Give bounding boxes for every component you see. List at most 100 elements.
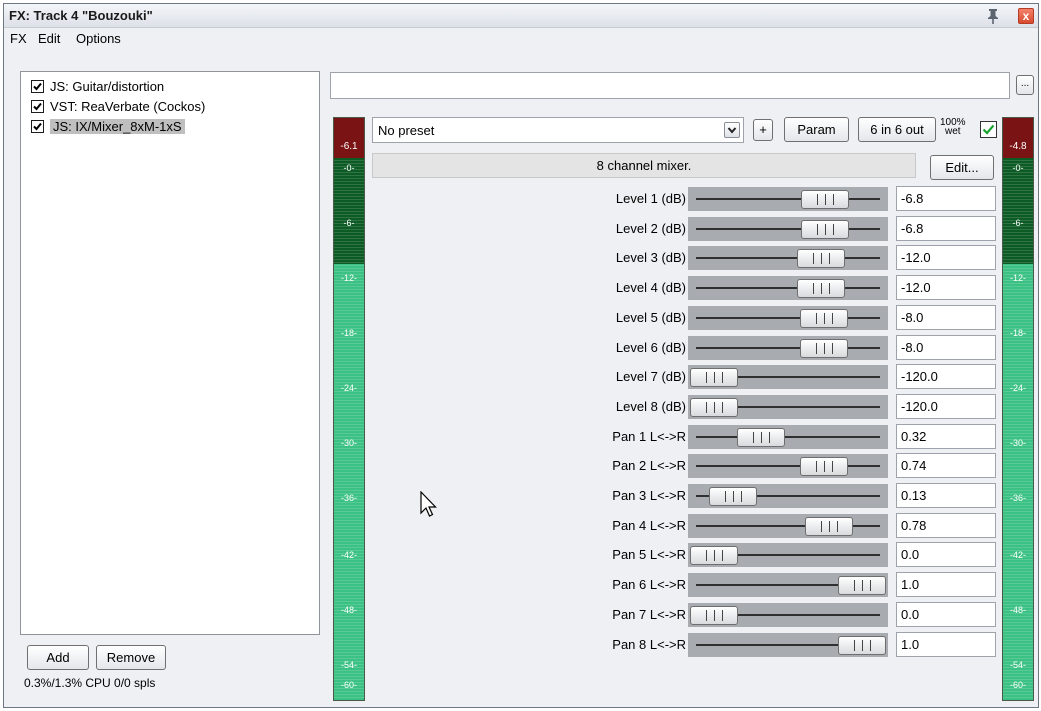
param-value-input[interactable]: -12.0 (896, 275, 996, 301)
fx-item-label: JS: IX/Mixer_8xM-1xS (50, 119, 185, 134)
param-value-input[interactable]: -6.8 (896, 186, 996, 211)
edit-button[interactable]: Edit... (930, 155, 994, 180)
add-button[interactable]: Add (27, 645, 89, 670)
slider-thumb[interactable] (690, 368, 738, 388)
fx-enable-checkbox[interactable] (31, 80, 44, 93)
slider-thumb[interactable] (690, 605, 738, 625)
param-slider[interactable] (688, 246, 888, 271)
param-slider[interactable] (688, 216, 888, 241)
meter-tick-label: -30- (1009, 438, 1026, 448)
slider-thumb[interactable] (805, 516, 854, 536)
param-value-input[interactable]: 0.0 (896, 542, 996, 568)
param-label: Level 3 (dB) (615, 250, 686, 266)
slider-thumb[interactable] (801, 219, 849, 239)
slider-thumb[interactable] (799, 338, 848, 358)
param-value-input[interactable]: -6.8 (896, 215, 996, 241)
meter-tick-label: -18- (1009, 328, 1026, 338)
param-slider[interactable] (688, 365, 888, 390)
output-peak-value: -4.8 (1009, 141, 1027, 152)
fx-item-guitar-distortion[interactable]: JS: Guitar/distortion (31, 77, 164, 96)
fx-enable-checkbox[interactable] (31, 120, 44, 133)
param-row: Pan 7 L<->R 0.0 (372, 601, 996, 629)
chevron-down-icon[interactable] (724, 122, 740, 138)
fx-enable-checkbox[interactable] (31, 100, 44, 113)
window-title: FX: Track 4 "Bouzouki" (9, 8, 153, 23)
param-slider[interactable] (688, 543, 888, 568)
param-row: Pan 5 L<->R 0.0 (372, 542, 996, 569)
fx-item-reaverbate[interactable]: VST: ReaVerbate (Cockos) (31, 97, 205, 116)
param-slider[interactable] (688, 305, 888, 330)
param-slider[interactable] (688, 573, 888, 598)
param-button[interactable]: Param (784, 117, 849, 142)
param-slider[interactable] (688, 187, 888, 211)
slider-thumb[interactable] (709, 487, 758, 506)
slider-thumb[interactable] (799, 457, 848, 477)
slider-thumb[interactable] (737, 427, 786, 447)
cpu-status: 0.3%/1.3% CPU 0/0 spls (24, 676, 156, 690)
param-value-input[interactable]: -120.0 (896, 393, 996, 419)
pin-icon[interactable] (984, 7, 1002, 25)
title-bar[interactable]: FX: Track 4 "Bouzouki" x (4, 4, 1038, 28)
param-value-input[interactable]: 0.0 (896, 601, 996, 627)
param-slider[interactable] (688, 602, 888, 627)
param-slider[interactable] (688, 276, 888, 301)
param-row: Level 8 (dB) -120.0 (372, 393, 996, 421)
fx-item-label: JS: Guitar/distortion (50, 79, 165, 94)
param-label: Pan 7 L<->R (612, 606, 686, 622)
preset-value: No preset (378, 123, 435, 138)
param-slider[interactable] (688, 424, 888, 449)
fx-chain-list[interactable]: JS: Guitar/distortion VST: ReaVerbate (C… (20, 71, 320, 635)
menu-options[interactable]: Options (76, 31, 121, 46)
param-value-input[interactable]: 0.13 (896, 483, 996, 508)
fx-item-mixer[interactable]: JS: IX/Mixer_8xM-1xS (31, 117, 185, 136)
param-value-input[interactable]: -8.0 (896, 334, 996, 360)
param-value-input[interactable]: 0.32 (896, 423, 996, 449)
param-row: Level 6 (dB) -8.0 (372, 334, 996, 362)
close-icon[interactable]: x (1018, 8, 1034, 24)
param-value-input[interactable]: 1.0 (896, 631, 996, 657)
param-value-input[interactable]: 0.74 (896, 453, 996, 479)
slider-thumb[interactable] (690, 397, 738, 417)
param-value-input[interactable]: -120.0 (896, 364, 996, 390)
param-slider[interactable] (688, 632, 888, 657)
param-value-input[interactable]: 0.78 (896, 512, 996, 538)
meter-tick-label: -36- (340, 493, 357, 503)
menu-fx[interactable]: FX (10, 31, 27, 46)
browse-button[interactable]: ... (1016, 75, 1034, 95)
param-value-input[interactable]: 1.0 (896, 572, 996, 598)
add-preset-button[interactable]: + (753, 119, 773, 141)
param-label: Level 8 (dB) (615, 398, 686, 414)
param-row: Pan 6 L<->R 1.0 (372, 572, 996, 599)
param-slider[interactable] (688, 454, 888, 479)
param-label: Level 6 (dB) (615, 339, 686, 355)
param-slider[interactable] (688, 484, 888, 508)
param-label: Level 2 (dB) (615, 220, 686, 236)
param-slider[interactable] (688, 335, 888, 360)
param-label: Level 5 (dB) (615, 309, 686, 325)
slider-thumb[interactable] (796, 279, 845, 299)
fx-name-input[interactable] (330, 72, 1010, 99)
param-row: Level 5 (dB) -8.0 (372, 304, 996, 332)
slider-thumb[interactable] (801, 190, 849, 209)
remove-button[interactable]: Remove (96, 645, 166, 670)
meter-tick-label: -18- (340, 328, 357, 338)
slider-thumb[interactable] (799, 308, 848, 328)
param-slider[interactable] (688, 513, 888, 538)
meter-tick-label: -60- (1009, 680, 1026, 690)
slider-thumb[interactable] (838, 576, 886, 596)
param-slider[interactable] (688, 394, 888, 419)
param-row: Pan 2 L<->R 0.74 (372, 453, 996, 480)
meter-tick-label: -42- (340, 550, 357, 560)
pin-io-button[interactable]: 6 in 6 out (858, 117, 936, 142)
preset-dropdown[interactable]: No preset (372, 117, 744, 143)
slider-thumb[interactable] (690, 546, 738, 566)
menu-edit[interactable]: Edit (38, 31, 60, 46)
wet-checkbox[interactable] (980, 121, 997, 138)
param-value-input[interactable]: -8.0 (896, 304, 996, 330)
param-row: Level 7 (dB) -120.0 (372, 364, 996, 391)
slider-thumb[interactable] (838, 635, 886, 655)
param-row: Pan 1 L<->R 0.32 (372, 423, 996, 451)
slider-thumb[interactable] (796, 249, 845, 269)
meter-tick-label: -48- (1009, 605, 1026, 615)
param-value-input[interactable]: -12.0 (896, 245, 996, 271)
